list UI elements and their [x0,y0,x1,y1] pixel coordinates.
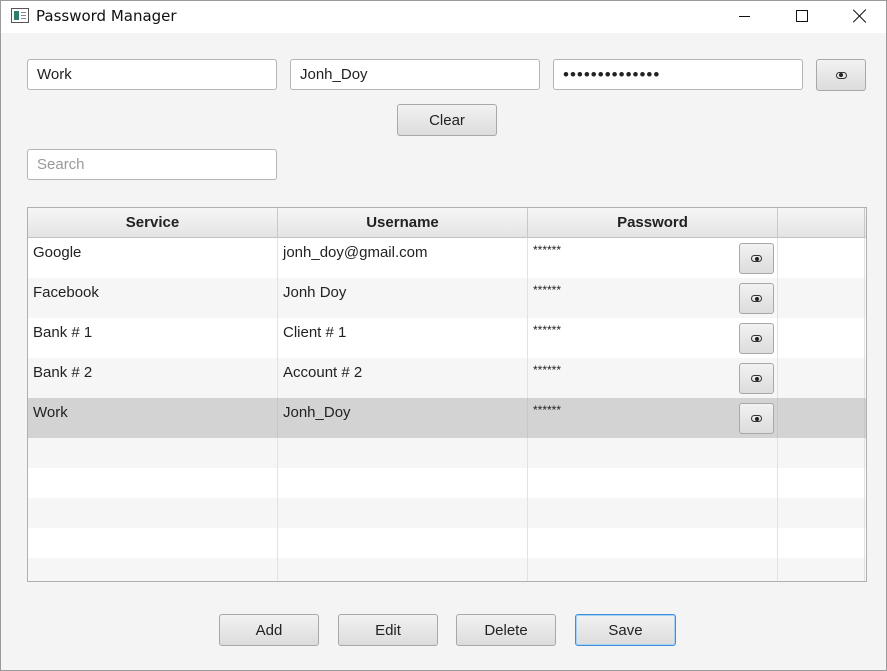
table-header: Service Username Password [28,208,866,238]
window-title: Password Manager [36,7,177,25]
row-show-password-button[interactable] [739,363,774,394]
table-row[interactable]: Facebook Jonh Doy ****** [28,278,866,318]
password-input[interactable] [553,59,803,90]
cell-username: jonh_doy@gmail.com [278,238,528,278]
minimize-icon [738,15,750,17]
table-row-selected[interactable]: Work Jonh_Doy ****** [28,398,866,438]
empty-cell [778,438,865,468]
cell-actions [778,398,865,438]
cell-username: Account # 2 [278,358,528,398]
service-input[interactable] [27,59,277,90]
maximize-button[interactable] [779,1,825,31]
edit-button[interactable]: Edit [338,614,438,646]
cell-username: Jonh Doy [278,278,528,318]
eye-icon [751,415,762,422]
empty-cell [278,558,528,581]
empty-cell [528,528,778,558]
empty-cell [28,498,278,528]
row-show-password-button[interactable] [739,323,774,354]
credentials-table: Service Username Password Google jonh_do… [27,207,867,582]
row-show-password-button[interactable] [739,283,774,314]
empty-cell [778,468,865,498]
show-password-button[interactable] [816,59,866,91]
eye-icon [751,335,762,342]
eye-icon [835,71,847,79]
empty-cell [28,468,278,498]
row-show-password-button[interactable] [739,243,774,274]
cell-actions [778,318,865,358]
empty-row [28,468,866,498]
cell-service: Google [28,238,278,278]
maximize-icon [796,10,808,22]
table-row[interactable]: Google jonh_doy@gmail.com ****** [28,238,866,278]
cell-actions [778,278,865,318]
empty-cell [28,528,278,558]
empty-cell [778,498,865,528]
column-header-actions [778,208,865,238]
empty-cell [528,438,778,468]
add-button[interactable]: Add [219,614,319,646]
cell-username: Client # 1 [278,318,528,358]
app-window: Password Manager Clear Service Username … [0,0,887,671]
cell-service: Bank # 2 [28,358,278,398]
empty-cell [28,438,278,468]
empty-cell [528,558,778,581]
empty-row [28,498,866,528]
table-row[interactable]: Bank # 2 Account # 2 ****** [28,358,866,398]
column-header-service[interactable]: Service [28,208,278,238]
empty-cell [278,498,528,528]
eye-icon [751,255,762,262]
empty-cell [528,468,778,498]
cell-actions [778,238,865,278]
clear-button[interactable]: Clear [397,104,497,136]
cell-username: Jonh_Doy [278,398,528,438]
empty-row [28,438,866,468]
title-bar: Password Manager [1,1,886,33]
close-button[interactable] [837,1,883,31]
empty-cell [778,528,865,558]
empty-cell [278,468,528,498]
empty-row [28,558,866,581]
delete-button[interactable]: Delete [456,614,556,646]
column-header-password[interactable]: Password [528,208,778,238]
save-button[interactable]: Save [575,614,676,646]
cell-actions [778,358,865,398]
column-header-username[interactable]: Username [278,208,528,238]
empty-cell [278,528,528,558]
cell-service: Bank # 1 [28,318,278,358]
empty-cell [28,558,278,581]
empty-cell [528,498,778,528]
search-input[interactable] [27,149,277,180]
empty-cell [278,438,528,468]
minimize-button[interactable] [721,1,767,31]
cell-service: Work [28,398,278,438]
eye-icon [751,295,762,302]
cell-service: Facebook [28,278,278,318]
empty-cell [778,558,865,581]
app-window-icon [11,8,29,23]
eye-icon [751,375,762,382]
table-row[interactable]: Bank # 1 Client # 1 ****** [28,318,866,358]
row-show-password-button[interactable] [739,403,774,434]
close-icon [853,9,867,23]
empty-row [28,528,866,558]
username-input[interactable] [290,59,540,90]
